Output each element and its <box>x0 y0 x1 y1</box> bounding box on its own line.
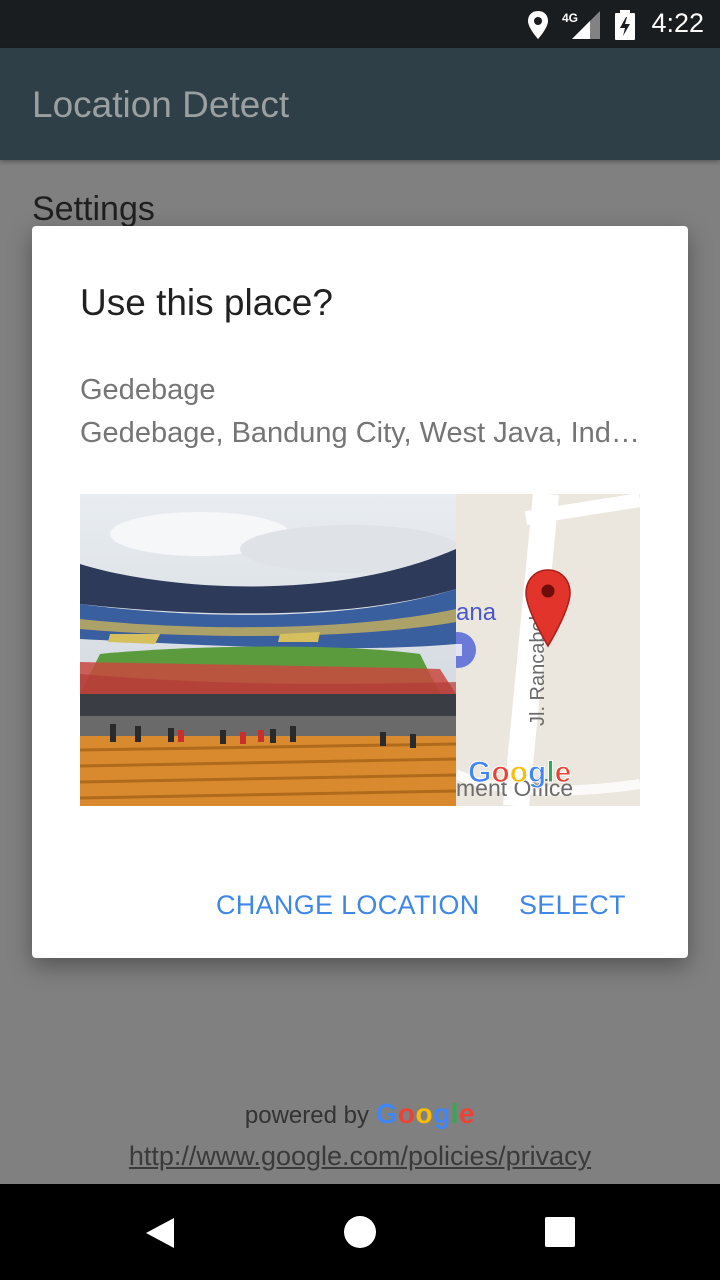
network-type-label: 4G <box>562 11 578 25</box>
map-graphic: Jl. Rancabolang ana ment Office Google <box>456 494 640 806</box>
powered-by-label: powered by <box>244 1102 369 1129</box>
place-address: Gedebage, Bandung City, West Java, Indon… <box>80 417 640 449</box>
app-title: Location Detect <box>32 84 290 125</box>
map-poi-label: ana <box>456 599 497 626</box>
status-bar: 4G 4:22 <box>0 0 720 48</box>
recents-icon[interactable] <box>544 1216 576 1248</box>
app-bar: Location Detect <box>0 48 720 160</box>
battery-charging-icon <box>615 10 635 40</box>
use-place-dialog: Use this place? Gedebage Gedebage, Bandu… <box>32 226 688 958</box>
status-time: 4:22 <box>651 8 704 38</box>
dialog-title: Use this place? <box>80 282 333 323</box>
map-google-watermark: Google <box>468 756 572 790</box>
place-preview: Jl. Rancabolang ana ment Office Google <box>80 494 640 806</box>
signal-4g-icon: 4G <box>562 11 600 39</box>
map-preview[interactable]: Jl. Rancabolang ana ment Office Google <box>456 494 640 806</box>
select-button[interactable]: SELECT <box>519 890 626 921</box>
change-location-button[interactable]: CHANGE LOCATION <box>216 890 480 921</box>
screen: 4G 4:22 Location Detect Settings powered… <box>0 0 720 1280</box>
svg-text:Google: Google <box>468 756 571 789</box>
back-icon[interactable] <box>144 1216 178 1250</box>
google-logo: Google <box>375 1098 476 1129</box>
home-icon[interactable] <box>344 1216 376 1248</box>
location-icon <box>528 11 548 39</box>
settings-heading: Settings <box>32 190 155 228</box>
powered-by-google: powered by Google <box>0 1098 720 1130</box>
place-photo <box>80 494 456 806</box>
privacy-link[interactable]: http://www.google.com/policies/privacy <box>0 1141 720 1172</box>
navigation-bar <box>0 1184 720 1280</box>
place-name: Gedebage <box>80 374 216 406</box>
